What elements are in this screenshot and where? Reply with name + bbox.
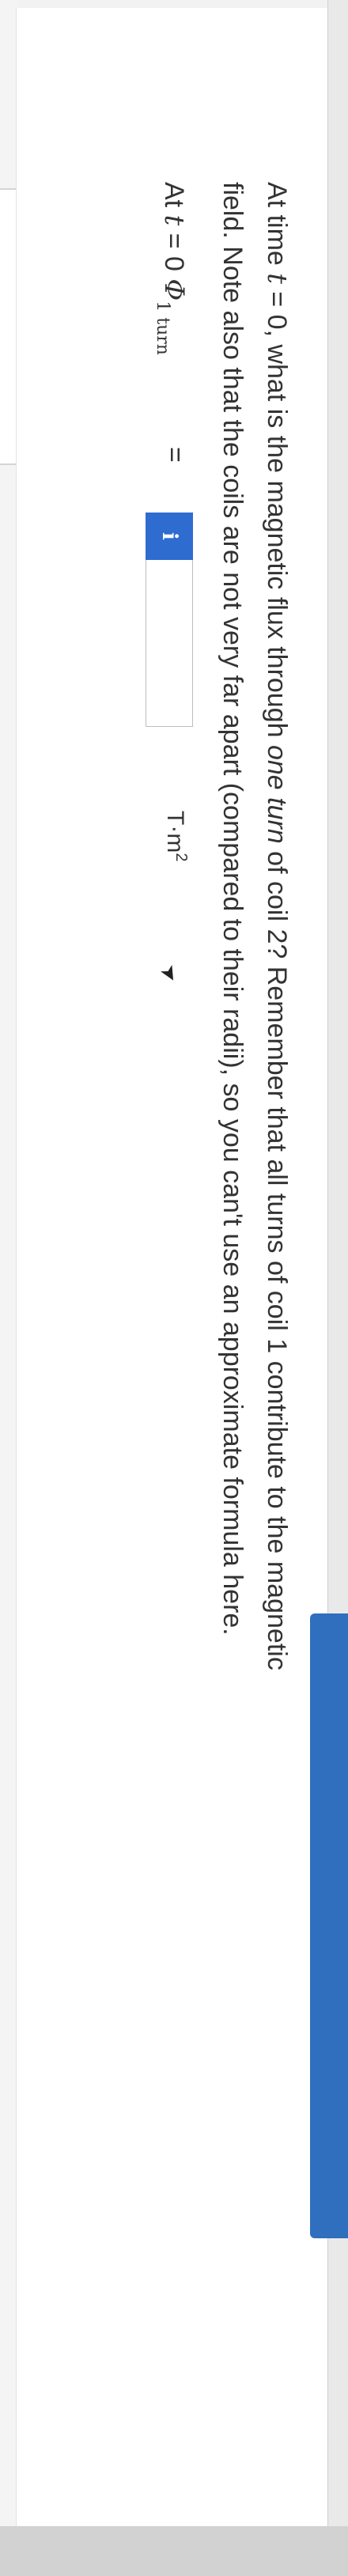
flux-symbol: Φ bbox=[158, 278, 190, 301]
page-root: At time t = 0, what is the magnetic flux… bbox=[0, 0, 348, 2576]
info-icon[interactable]: i bbox=[146, 513, 193, 560]
prompt-text: = 0, what is the magnetic flux through bbox=[262, 283, 292, 745]
info-glyph: i bbox=[157, 532, 181, 540]
label-text: = 0 bbox=[159, 225, 189, 279]
time-variable: t bbox=[158, 214, 190, 226]
question-prompt: At time t = 0, what is the magnetic flux… bbox=[210, 182, 299, 1882]
unit-label: T·m2 bbox=[161, 811, 190, 861]
answer-row: At t = 0 Φ1 turn = i T·m2 ➤ bbox=[146, 182, 193, 1289]
time-variable: t bbox=[261, 273, 293, 284]
bottom-bar bbox=[0, 2526, 348, 2576]
unit-exponent: 2 bbox=[172, 853, 190, 862]
prompt-text: of coil 2? Remember that all turns of co… bbox=[262, 843, 292, 1670]
unit-text: T·m bbox=[162, 811, 188, 853]
flux-subscript: 1 turn bbox=[153, 301, 172, 355]
answer-label: At t = 0 Φ1 turn bbox=[153, 182, 190, 355]
prompt-text: At time bbox=[262, 182, 292, 274]
prompt-line-2: field. Note also that the coils are not … bbox=[218, 182, 248, 1636]
mouse-cursor-icon: ➤ bbox=[155, 959, 185, 987]
label-text: At bbox=[159, 182, 189, 215]
equals-sign: = bbox=[160, 447, 190, 463]
rotated-content: At time t = 0, what is the magnetic flux… bbox=[0, 0, 348, 1898]
prompt-line-1: At time t = 0, what is the magnetic flux… bbox=[255, 182, 299, 1882]
answer-input[interactable] bbox=[146, 560, 193, 727]
emphasis-text: one turn bbox=[262, 744, 292, 844]
